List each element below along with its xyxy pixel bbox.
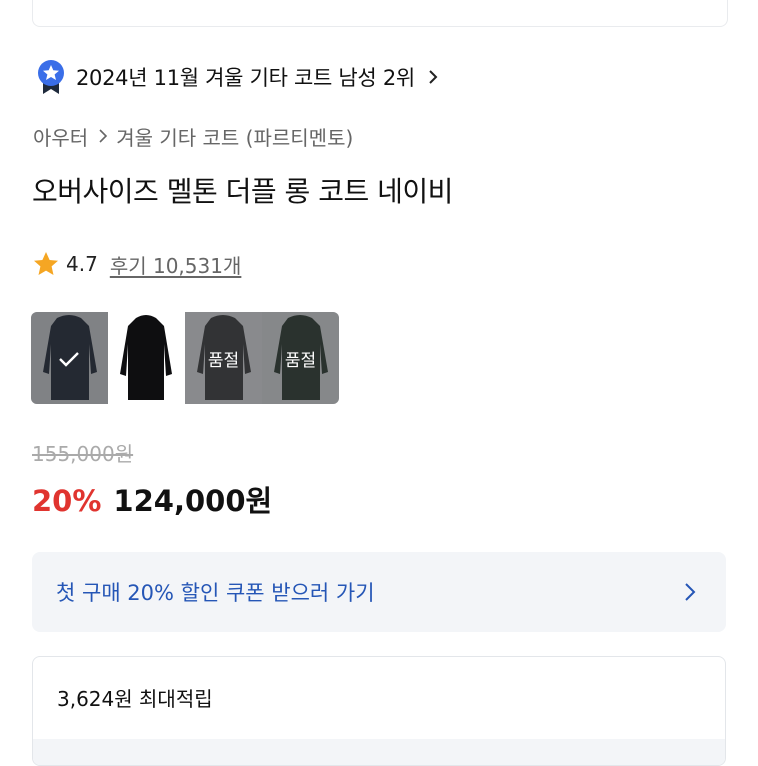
coupon-label: 첫 구매 20% 할인 쿠폰 받으러 가기 xyxy=(56,581,375,605)
points-detail-area xyxy=(33,739,725,765)
color-option-1[interactable] xyxy=(31,312,108,404)
discount-rate: 20% xyxy=(32,484,102,518)
reviews-link[interactable]: 후기 10,531개 xyxy=(110,250,242,279)
color-swatches: 품절 품절 xyxy=(31,312,339,404)
chevron-right-icon xyxy=(685,583,696,601)
points-card: 3,624원 최대적립 xyxy=(32,656,726,766)
previous-card xyxy=(32,0,728,27)
product-title: 오버사이즈 멜톤 더플 롱 코트 네이비 xyxy=(32,175,453,208)
color-option-3[interactable]: 품절 xyxy=(185,312,262,404)
breadcrumb-subcategory[interactable]: 겨울 기타 코트 (파르티멘토) xyxy=(116,122,353,151)
breadcrumb: 아우터 겨울 기타 코트 (파르티멘토) xyxy=(33,120,353,152)
max-points-label: 3,624원 최대적립 xyxy=(57,687,213,711)
chevron-right-icon xyxy=(429,70,438,84)
soldout-label: 품절 xyxy=(207,350,240,371)
ranking-text: 2024년 11월 겨울 기타 코트 남성 2위 xyxy=(76,66,415,90)
star-icon xyxy=(34,252,58,275)
original-price: 155,000원 xyxy=(32,442,134,466)
sale-price-row: 20% 124,000원 xyxy=(32,478,272,520)
rating-score: 4.7 xyxy=(66,252,98,276)
sale-price: 124,000원 xyxy=(113,484,273,518)
first-purchase-coupon-button[interactable]: 첫 구매 20% 할인 쿠폰 받으러 가기 xyxy=(32,552,726,632)
soldout-label: 품절 xyxy=(284,350,317,371)
medal-star-icon xyxy=(38,60,64,94)
color-option-4[interactable]: 품절 xyxy=(262,312,339,404)
check-icon xyxy=(59,352,79,367)
color-option-2[interactable] xyxy=(108,312,185,404)
coat-thumbnail xyxy=(108,312,185,404)
chevron-right-icon xyxy=(99,129,108,143)
rating-row: 4.7 후기 10,531개 xyxy=(32,247,241,281)
breadcrumb-category[interactable]: 아우터 xyxy=(33,122,88,151)
ranking-banner[interactable]: 2024년 11월 겨울 기타 코트 남성 2위 xyxy=(36,58,439,96)
